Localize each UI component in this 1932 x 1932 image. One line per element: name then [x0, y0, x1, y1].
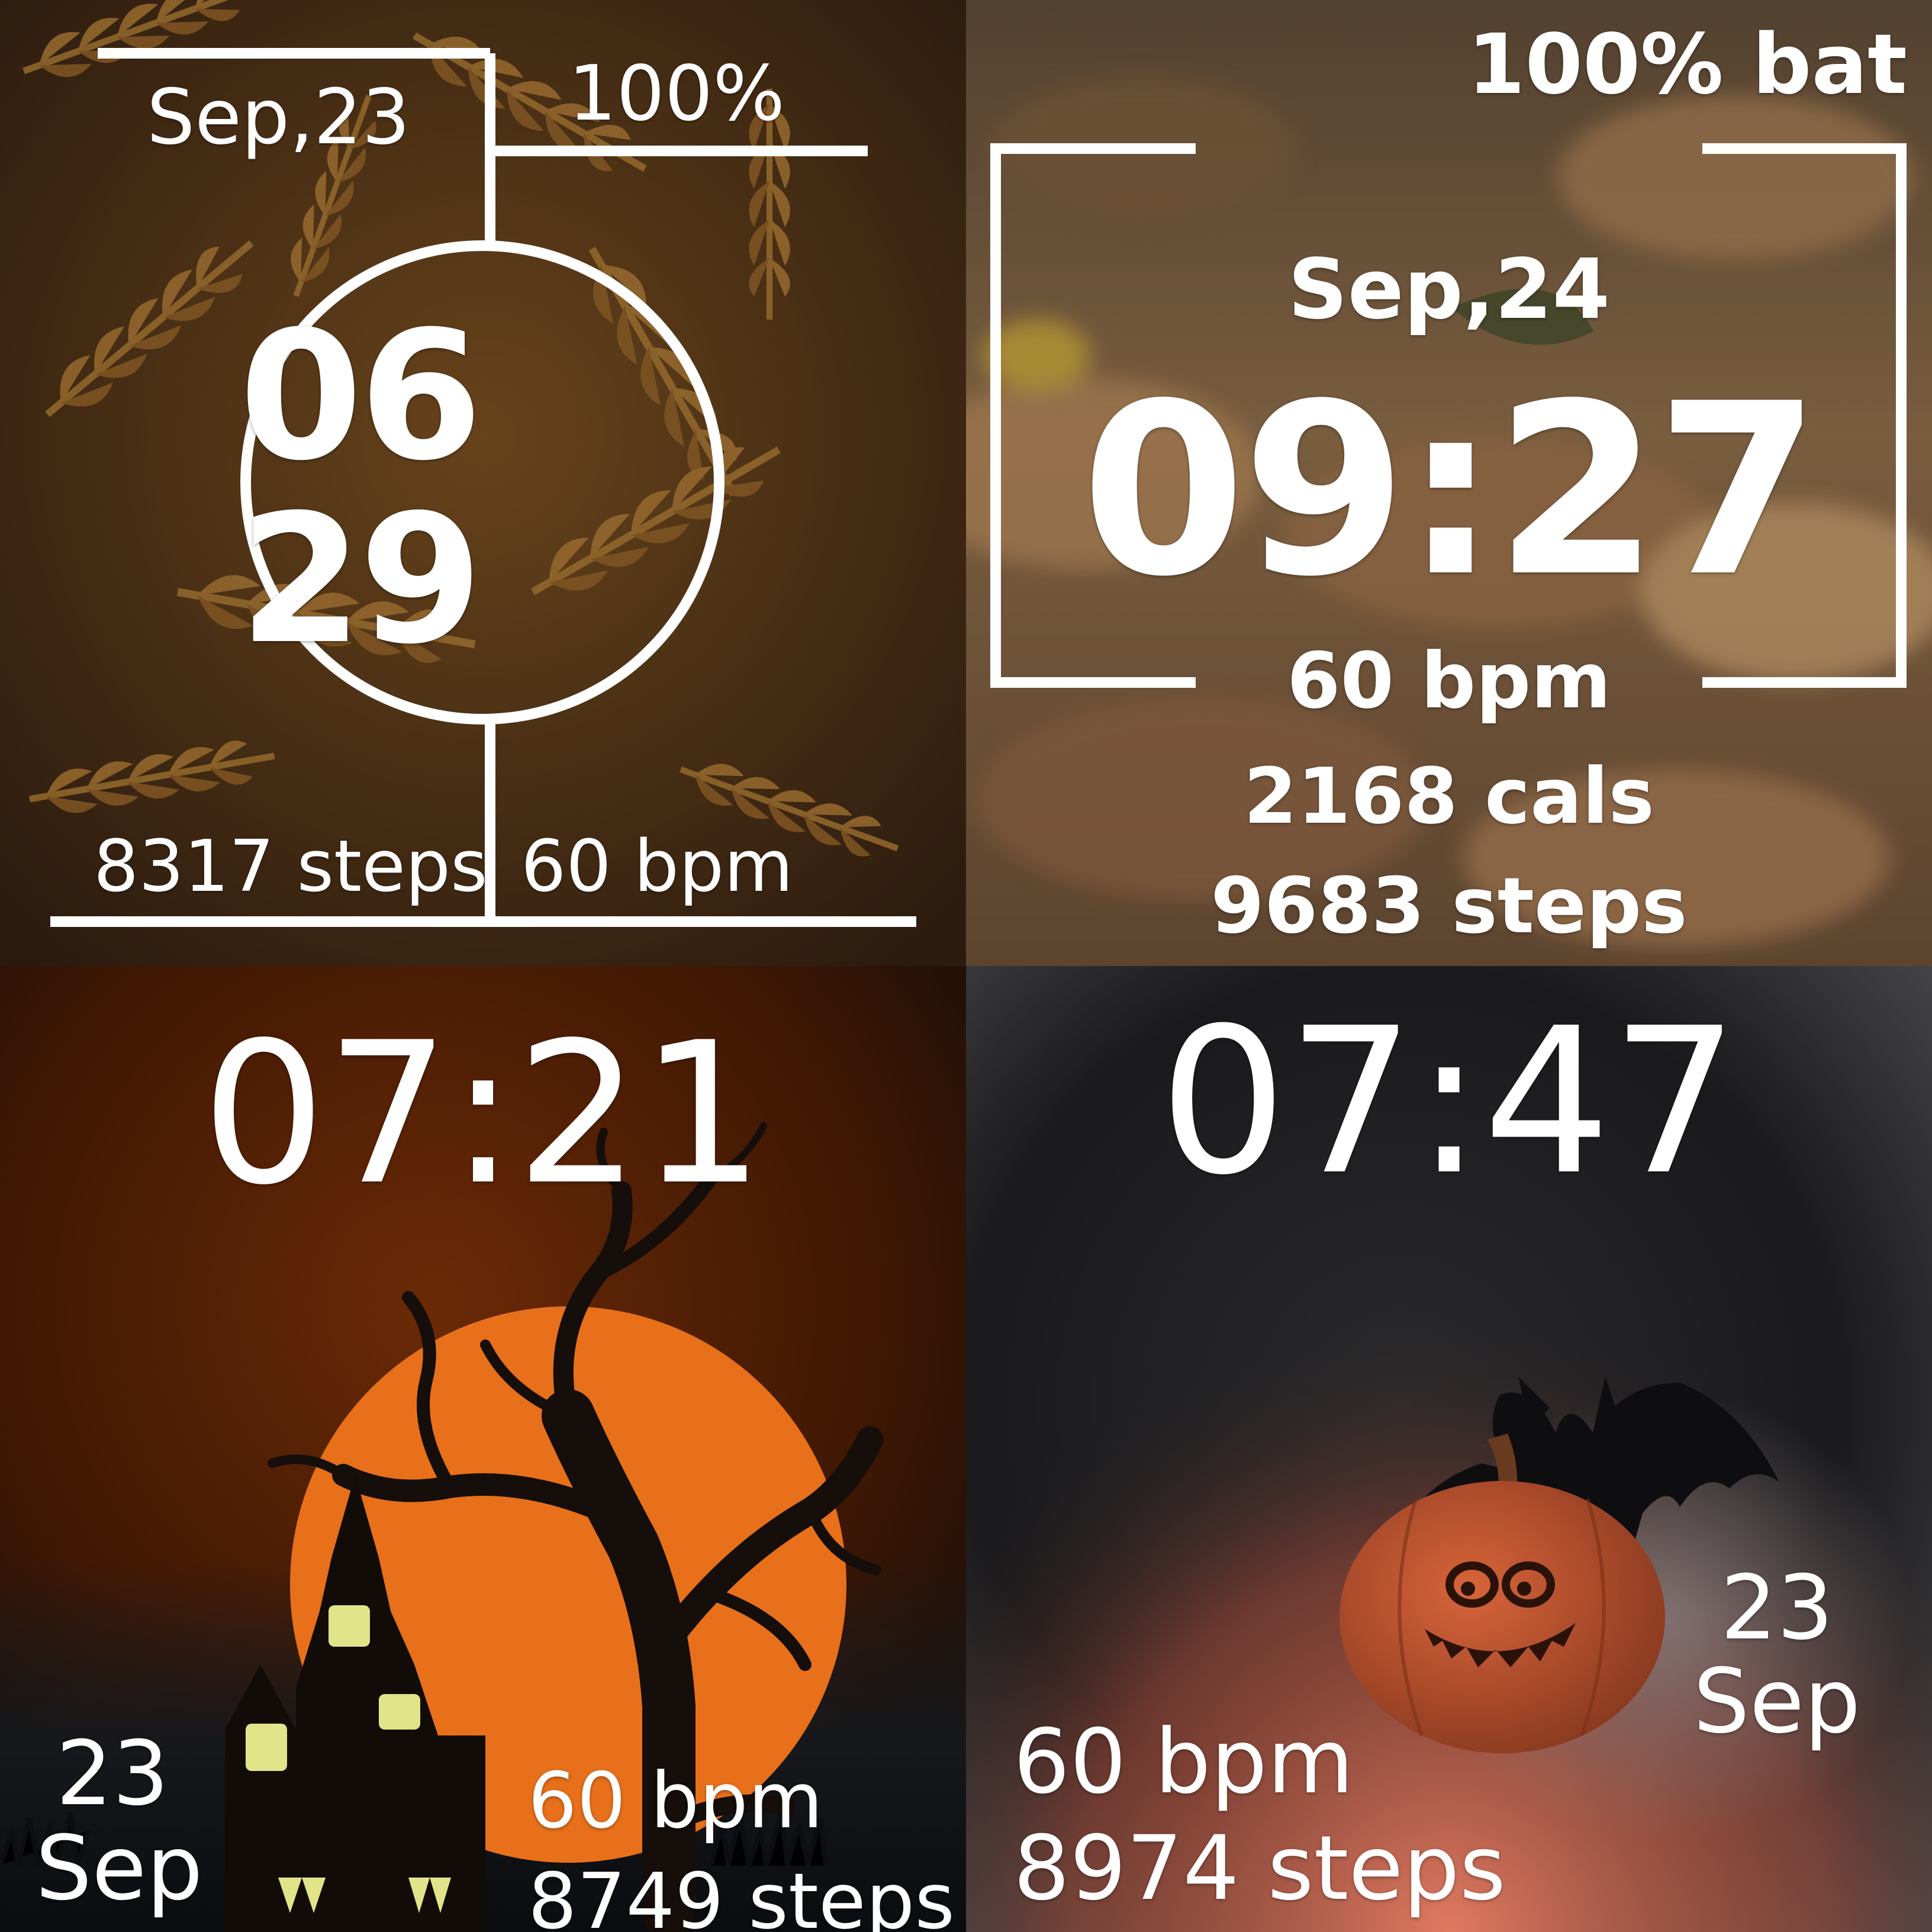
heart-rate-label: 60 bpm	[528, 1756, 823, 1846]
watch-face-haunted-moon: 07:21 23 Sep 60 bpm 8749 steps	[0, 966, 966, 1932]
battery-label: 100%	[568, 50, 785, 138]
calories-label: 2168 cals	[1244, 751, 1654, 841]
steps-label: 9683 steps	[1210, 861, 1688, 951]
heart-rate-label: 60 bpm	[1287, 636, 1611, 726]
time-label: 07:21	[201, 1000, 765, 1228]
day-label: 23	[1720, 1557, 1834, 1660]
month-label: Sep	[36, 1817, 203, 1920]
heart-rate-label: 60 bpm	[521, 826, 794, 908]
day-label: 23	[56, 1722, 169, 1825]
steps-label: 8749 steps	[528, 1856, 955, 1932]
steps-label: 8317 steps	[94, 826, 488, 908]
time-label: 09:27	[1081, 353, 1820, 629]
minutes-label: 29	[239, 476, 482, 683]
hours-label: 06	[239, 293, 482, 500]
time-label: 07:47	[1159, 985, 1739, 1219]
watch-face-leaves: 100% bat Sep,24 09:27 60 bpm 2168 cals 9…	[966, 0, 1932, 966]
heart-rate-label: 60 bpm	[1013, 1711, 1354, 1814]
date-label: Sep,23	[147, 73, 410, 162]
month-label: Sep	[1693, 1650, 1861, 1753]
date-label: Sep,24	[1287, 242, 1610, 338]
watch-face-fern: Sep,23 100% 06 29 8317 steps 60 bpm	[0, 0, 966, 966]
watch-face-pumpkin-bat: 07:47 23 Sep 60 bpm 8974 steps	[966, 966, 1932, 1932]
battery-label: 100% bat	[1467, 17, 1907, 113]
steps-label: 8974 steps	[1013, 1817, 1506, 1920]
